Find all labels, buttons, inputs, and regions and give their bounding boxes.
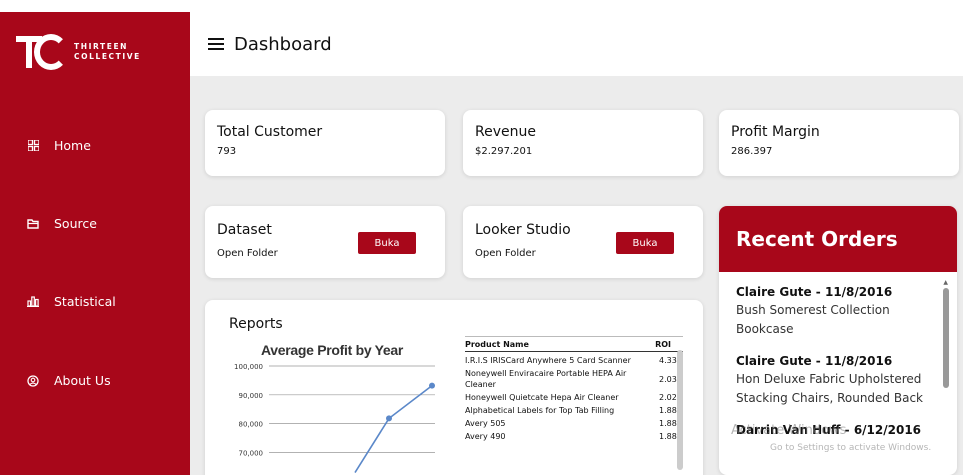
product-name: Honeywell Quietcate Hepa Air Cleaner (465, 393, 619, 402)
scroll-up-icon[interactable]: ▲ (943, 279, 948, 286)
stat-card-profit-margin: Profit Margin 286.397 (719, 110, 959, 176)
sidebar-item-about-us[interactable]: About Us (26, 373, 111, 388)
y-tick-label: 80,000 (239, 421, 264, 429)
table-row[interactable]: I.R.I.S IRISCard Anywhere 5 Card Scanner… (465, 355, 683, 366)
sidebar-item-home[interactable]: Home (26, 138, 91, 153)
stat-title: Profit Margin (731, 124, 820, 140)
stat-value: 793 (217, 146, 237, 157)
brand-logo[interactable]: THIRTEEN COLLECTIVE (16, 34, 141, 70)
bar-chart-icon (26, 295, 40, 309)
looker-open-button[interactable]: Buka (616, 232, 674, 254)
windows-watermark-title: Activate Windows (731, 423, 847, 438)
stat-card-total-customer: Total Customer 793 (205, 110, 445, 176)
list-item[interactable]: Claire Gute - 11/8/2016 Hon Deluxe Fabri… (736, 353, 957, 408)
sidebar-item-label: About Us (54, 373, 111, 388)
sidebar-item-label: Statistical (54, 294, 116, 309)
brand-line2: COLLECTIVE (74, 52, 141, 61)
stat-value: $2.297.201 (475, 146, 533, 157)
list-item[interactable]: Claire Gute - 11/8/2016 Bush Somerest Co… (736, 284, 957, 339)
stat-title: Revenue (475, 124, 536, 140)
windows-watermark-subtitle: Go to Settings to activate Windows. (770, 443, 932, 453)
top-header: Dashboard (190, 12, 963, 76)
order-header: Claire Gute - 11/8/2016 (736, 354, 893, 368)
data-point[interactable] (429, 382, 435, 389)
roi-table: Product Name ROI I.R.I.S IRISCard Anywhe… (465, 336, 683, 470)
sidebar-item-label: Source (54, 216, 97, 231)
order-header: Claire Gute - 11/8/2016 (736, 285, 893, 299)
table-row[interactable]: Alphabetical Labels for Top Tab Filling 1… (465, 405, 683, 416)
profit-line-chart: 100,000 90,000 80,000 70,000 (234, 363, 435, 473)
orders-list: Claire Gute - 11/8/2016 Bush Somerest Co… (719, 272, 957, 439)
table-row[interactable]: Honeywell Quietcate Hepa Air Cleaner 2.02 (465, 392, 683, 403)
sidebar-item-statistical[interactable]: Statistical (26, 294, 116, 309)
product-name: Noneywell Enviracaire Portable HEPA Air … (465, 369, 627, 389)
link-card-looker-studio: Looker Studio Open Folder Buka (463, 206, 703, 278)
column-header-roi: ROI (655, 340, 671, 349)
data-point[interactable] (386, 415, 392, 422)
y-tick-label: 70,000 (239, 449, 264, 457)
hamburger-menu-icon[interactable] (208, 38, 224, 50)
stat-title: Total Customer (217, 124, 323, 140)
link-card-dataset: Dataset Open Folder Buka (205, 206, 445, 278)
chart-title: Average Profit by Year (261, 342, 404, 358)
sidebar: THIRTEEN COLLECTIVE Home Source Statisti… (0, 12, 190, 475)
table-scrollbar[interactable] (677, 350, 683, 470)
order-item: Hon Deluxe Fabric Upholstered Stacking C… (736, 372, 923, 405)
brand-line1: THIRTEEN (74, 42, 129, 51)
series-line (354, 384, 433, 473)
table-row[interactable]: Noneywell Enviracaire Portable HEPA Air … (465, 368, 683, 390)
dataset-open-button[interactable]: Buka (358, 232, 416, 254)
y-tick-label: 100,000 (234, 363, 263, 371)
sidebar-item-source[interactable]: Source (26, 216, 97, 231)
reports-card: Reports Average Profit by Year 100,000 90… (205, 300, 703, 475)
page-title: Dashboard (234, 33, 332, 55)
user-circle-icon (26, 374, 40, 388)
orders-scrollbar[interactable] (943, 288, 949, 388)
table-row[interactable]: Avery 505 1.88 (465, 418, 683, 429)
reports-title: Reports (229, 316, 283, 332)
product-name: Alphabetical Labels for Top Tab Filling (465, 406, 615, 415)
order-item: Bush Somerest Collection Bookcase (736, 303, 890, 336)
grid-icon (26, 139, 40, 153)
table-row[interactable]: Avery 490 1.88 (465, 431, 683, 442)
folder-icon (26, 217, 40, 231)
sidebar-item-label: Home (54, 138, 91, 153)
main-content: Total Customer 793 Revenue $2.297.201 Pr… (190, 76, 963, 475)
column-header-product: Product Name (465, 340, 529, 349)
tc-logo-icon (16, 34, 68, 70)
stat-card-revenue: Revenue $2.297.201 (463, 110, 703, 176)
recent-orders-title: Recent Orders (719, 206, 957, 272)
product-name: Avery 490 (465, 432, 506, 441)
y-tick-label: 90,000 (239, 392, 264, 400)
table-header: Product Name ROI (465, 336, 683, 352)
product-name: Avery 505 (465, 419, 506, 428)
brand-name: THIRTEEN COLLECTIVE (74, 42, 141, 62)
stat-value: 286.397 (731, 146, 773, 157)
product-name: I.R.I.S IRISCard Anywhere 5 Card Scanner (465, 356, 631, 365)
